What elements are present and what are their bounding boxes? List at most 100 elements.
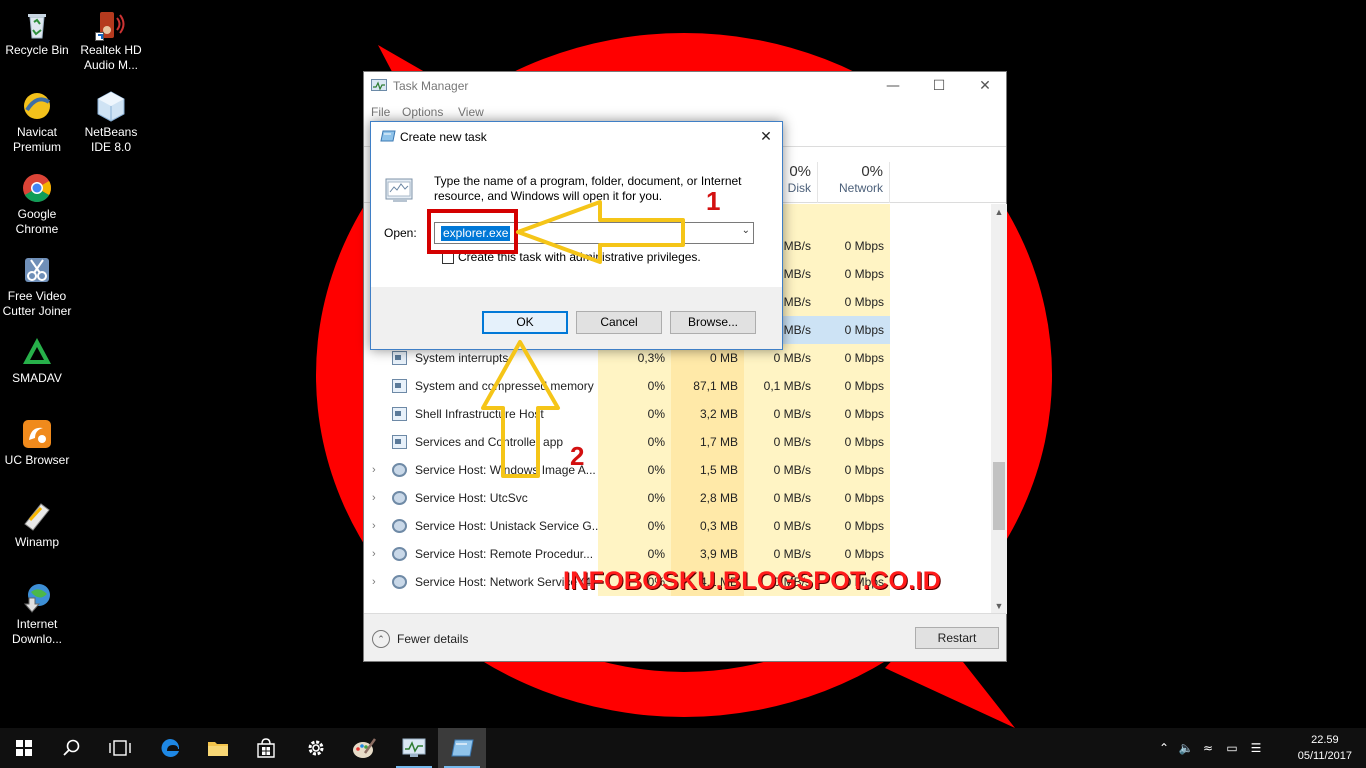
memory-cell: 3,2 MB [671,400,744,428]
desktop-icon-winamp[interactable]: Winamp [0,500,74,550]
desktop-icon-smadav[interactable]: SMADAV [0,336,74,386]
scroll-thumb[interactable] [993,462,1005,530]
task-manager-titlebar[interactable]: Task Manager — ☐ ✕ [364,72,1006,100]
cpu-cell: 0% [598,372,671,400]
service-gear-icon [392,463,407,477]
chevron-up-icon[interactable]: ⌃ [1156,740,1172,756]
ok-button[interactable]: OK [482,311,568,334]
menu-bar: File Options View [364,102,1006,122]
column-network[interactable]: 0% Network [817,162,890,203]
task-view-button[interactable] [96,728,144,768]
chevron-down-icon[interactable]: ⌄ [742,225,750,236]
process-row[interactable]: Shell Infrastructure Host 0% 3,2 MB 0 MB/s 0… [364,400,990,428]
dialog-titlebar[interactable]: Create new task ✕ [371,122,782,152]
desktop-icon-google-chrome[interactable]: Google Chrome [0,172,74,237]
cpu-cell: 0% [598,540,671,568]
run-dialog-icon [451,739,474,757]
chevron-right-icon[interactable]: › [372,456,376,484]
process-name-cell: › Service Host: UtcSvc [364,484,598,512]
system-tray: ⌃ 🔈 ≈ ▭ ☰ 22.59 05/11/2017 [1156,728,1366,768]
network-cell: 0 Mbps [817,512,890,540]
process-name-cell: › Service Host: Unistack Service G... [364,512,598,540]
taskbar-clock[interactable]: 22.59 05/11/2017 [1298,732,1352,764]
smadav-icon [23,338,51,364]
battery-icon[interactable]: ▭ [1224,740,1240,756]
open-combobox[interactable]: explorer.exe ⌄ [434,222,754,244]
chevron-right-icon[interactable]: › [372,512,376,540]
admin-privileges-label[interactable]: Create this task with administrative pri… [458,250,701,264]
network-cell: 0 Mbps [817,400,890,428]
desktop-icon-recycle-bin[interactable]: Recycle Bin [0,8,74,58]
chevron-right-icon[interactable]: › [372,568,376,596]
cancel-button[interactable]: Cancel [576,311,662,334]
desktop-icon-netbeans[interactable]: NetBeans IDE 8.0 [74,90,148,155]
network-cell: 0 Mbps [817,372,890,400]
scroll-down-icon[interactable]: ▼ [991,598,1007,614]
process-name: System and compressed memory [415,379,594,393]
chevron-up-circle-icon[interactable]: ⌃ [372,630,390,648]
desktop-icon-label: SMADAV [12,371,62,385]
close-button[interactable]: ✕ [962,72,1008,100]
task-manager-icon [402,738,426,757]
memory-cell: 0,3 MB [671,512,744,540]
process-name: Service Host: Unistack Service G... [415,519,598,533]
menu-file[interactable]: File [371,105,390,119]
desktop-icon-free-video-cutter[interactable]: Free Video Cutter Joiner [0,254,74,319]
taskbar-file-explorer[interactable] [194,728,242,768]
action-center-icon[interactable]: ☰ [1248,740,1264,756]
cpu-cell: 0% [598,484,671,512]
taskbar-settings[interactable] [292,728,340,768]
settings-gear-icon [308,740,324,756]
create-new-task-dialog[interactable]: Create new task ✕ Type the name of a pro… [370,121,783,350]
network-cell: 0 Mbps [817,456,890,484]
desktop-icon-navicat[interactable]: Navicat Premium [0,90,74,155]
desktop-icon-realtek-audio[interactable]: Realtek HD Audio M... [74,8,148,73]
memory-cell: 3,9 MB [671,540,744,568]
taskbar-search-button[interactable] [48,728,96,768]
process-row[interactable]: › Service Host: Windows Image A... 0% 1,5 M… [364,456,990,484]
scissors-icon [25,258,49,282]
taskbar-edge[interactable] [146,728,194,768]
disk-cell: 0 MB/s [744,484,817,512]
scroll-up-icon[interactable]: ▲ [991,204,1007,220]
taskbar-paint[interactable] [340,728,388,768]
admin-privileges-checkbox[interactable] [442,252,454,264]
menu-view[interactable]: View [458,105,484,119]
process-row[interactable]: Services and Controller app 0% 1,7 MB 0 MB/… [364,428,990,456]
wifi-icon[interactable]: ≈ [1200,740,1216,756]
task-manager-icon [371,79,387,91]
clock-time: 22.59 [1311,734,1339,746]
process-name-cell: › Service Host: Windows Image A... [364,456,598,484]
chevron-right-icon[interactable]: › [372,540,376,568]
dialog-close-button[interactable]: ✕ [750,122,782,152]
start-windows-icon [16,740,32,756]
open-input-selected-text[interactable]: explorer.exe [441,226,511,241]
process-row[interactable]: › Service Host: Unistack Service G... 0% 0,… [364,512,990,540]
navicat-icon [24,93,51,119]
maximize-button[interactable]: ☐ [916,72,962,100]
minimize-button[interactable]: — [870,72,916,100]
menu-options[interactable]: Options [402,105,443,119]
fewer-details-link[interactable]: Fewer details [397,632,468,646]
step-number-1: 1 [706,186,721,216]
chevron-right-icon[interactable]: › [372,484,376,512]
taskbar-store[interactable] [242,728,290,768]
netbeans-cube-icon [97,91,125,122]
desktop-icon-uc-browser[interactable]: UC Browser [0,418,74,468]
process-row[interactable]: System and compressed memory 0% 87,1 MB 0,1… [364,372,990,400]
start-button[interactable] [0,728,48,768]
restart-button[interactable]: Restart [915,627,999,649]
vertical-scrollbar[interactable]: ▲ ▼ [991,204,1007,614]
winamp-icon [24,503,50,531]
process-row[interactable]: › Service Host: Remote Procedur... 0% 3,9 M… [364,540,990,568]
process-row[interactable]: › Service Host: UtcSvc 0% 2,8 MB 0 MB/s 0 Mbp… [364,484,990,512]
volume-icon[interactable]: 🔈 [1178,740,1194,756]
taskbar-task-manager[interactable] [390,728,438,768]
cpu-cell: 0% [598,428,671,456]
desktop-icon-label: Recycle Bin [5,43,69,57]
desktop-icon-label: NetBeans IDE 8.0 [84,125,138,154]
taskbar-run-dialog[interactable] [438,728,486,768]
desktop-icon-internet-download[interactable]: Internet Downlo... [0,582,74,647]
browse-button[interactable]: Browse... [670,311,756,334]
search-icon [63,739,80,756]
